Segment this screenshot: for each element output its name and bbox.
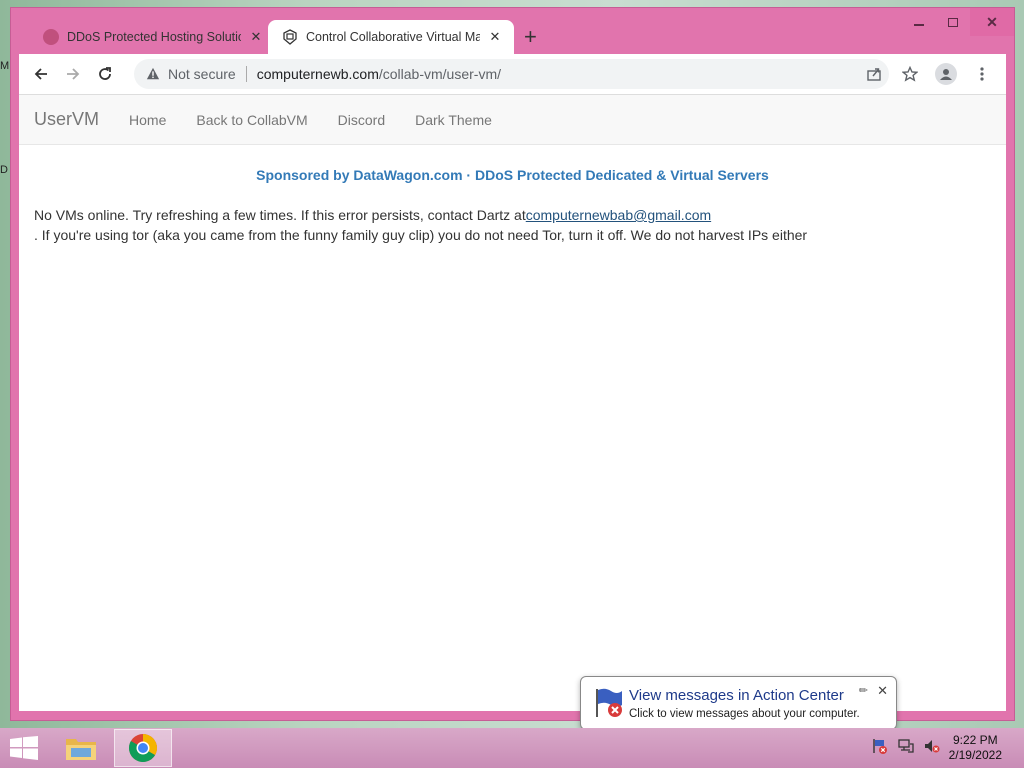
- taskbar-clock[interactable]: 9:22 PM 2/19/2022: [949, 733, 1002, 763]
- desktop-edge-letter: M: [0, 60, 10, 72]
- nav-discord-link[interactable]: Discord: [338, 112, 385, 128]
- minimize-button[interactable]: [902, 8, 936, 36]
- close-window-button[interactable]: ✕: [970, 8, 1014, 36]
- taskbar: 9:22 PM 2/19/2022: [0, 728, 1024, 768]
- contact-email-link[interactable]: computernewbab@gmail.com: [526, 207, 711, 223]
- tab-close-icon[interactable]: ✕: [488, 29, 502, 45]
- nav-home-link[interactable]: Home: [129, 112, 166, 128]
- chrome-taskbar-button[interactable]: [114, 729, 172, 767]
- file-explorer-taskbar-button[interactable]: [52, 729, 110, 767]
- forward-button[interactable]: [57, 58, 89, 90]
- reload-button[interactable]: [89, 58, 121, 90]
- tab-title: DDoS Protected Hosting Solutions: [67, 30, 241, 44]
- bookmark-button[interactable]: [896, 60, 924, 88]
- back-button[interactable]: [25, 58, 57, 90]
- notification-title[interactable]: View messages in Action Center: [629, 687, 844, 704]
- clock-time: 9:22 PM: [952, 733, 998, 747]
- notification-body: Click to view messages about your comput…: [629, 708, 860, 720]
- error-message-prefix: No VMs online. Try refreshing a few time…: [34, 207, 526, 223]
- security-label[interactable]: Not secure: [168, 66, 236, 82]
- error-message-suffix: . If you're using tor (aka you came from…: [34, 227, 808, 243]
- maximize-button[interactable]: [936, 8, 970, 36]
- warning-icon: [146, 67, 160, 80]
- folder-icon: [66, 739, 96, 760]
- nav-back-to-collabvm-link[interactable]: Back to CollabVM: [196, 112, 307, 128]
- pin-icon[interactable]: ✏: [859, 684, 868, 697]
- nav-dark-theme-link[interactable]: Dark Theme: [415, 112, 492, 128]
- sponsor-banner-link[interactable]: Sponsored by DataWagon.com · DDoS Protec…: [19, 167, 1006, 183]
- action-center-notification[interactable]: View messages in Action Center Click to …: [580, 676, 897, 743]
- window-caption-buttons: ✕: [902, 8, 1014, 38]
- notification-close-button[interactable]: ✕: [877, 683, 888, 699]
- toolbar-actions: [860, 60, 996, 88]
- browser-toolbar: Not secure computernewb.com/collab-vm/us…: [19, 54, 1006, 94]
- menu-button[interactable]: [968, 60, 996, 88]
- url-host: computernewb.com: [256, 66, 379, 82]
- address-separator: [245, 66, 247, 82]
- arrow-left-icon: [34, 68, 47, 80]
- volume-muted-icon[interactable]: [924, 738, 940, 754]
- error-message: No VMs online. Try refreshing a few time…: [34, 205, 1006, 245]
- browser-window: ✕ DDoS Protected Hosting Solutions ✕ Con…: [10, 7, 1015, 721]
- tab-close-icon[interactable]: ✕: [249, 29, 263, 45]
- star-icon: [902, 66, 918, 82]
- web-page: UserVM Home Back to CollabVM Discord Dar…: [19, 94, 1006, 711]
- person-icon: [940, 69, 952, 80]
- windows-start-icon[interactable]: [10, 736, 38, 760]
- chrome-icon: [129, 734, 157, 762]
- ddos-favicon-icon: [43, 29, 59, 45]
- avatar: [935, 63, 957, 85]
- site-navbar: UserVM Home Back to CollabVM Discord Dar…: [19, 95, 1006, 145]
- network-icon[interactable]: [898, 738, 914, 754]
- system-tray: [872, 738, 940, 754]
- brand-link[interactable]: UserVM: [34, 109, 99, 130]
- tab-collab-vm[interactable]: Control Collaborative Virtual Machines ✕: [268, 20, 514, 54]
- new-tab-button[interactable]: +: [524, 26, 537, 48]
- address-bar[interactable]: Not secure computernewb.com/collab-vm/us…: [134, 59, 889, 89]
- share-icon: [867, 68, 881, 81]
- url-path: /collab-vm/user-vm/: [378, 66, 502, 82]
- clock-date: 2/19/2022: [948, 748, 1002, 762]
- kebab-menu-icon: [980, 67, 984, 81]
- tab-ddos-hosting[interactable]: DDoS Protected Hosting Solutions ✕: [29, 20, 275, 54]
- action-center-flag-icon: [596, 688, 622, 717]
- share-button[interactable]: [860, 60, 888, 88]
- tab-title: Control Collaborative Virtual Machines: [306, 30, 480, 44]
- profile-button[interactable]: [932, 60, 960, 88]
- desktop-edge-letter: D: [0, 164, 8, 176]
- collabvm-favicon-icon: [283, 29, 297, 45]
- reload-icon: [99, 67, 111, 80]
- arrow-right-icon: [67, 68, 80, 80]
- action-center-flag-icon[interactable]: [872, 738, 888, 754]
